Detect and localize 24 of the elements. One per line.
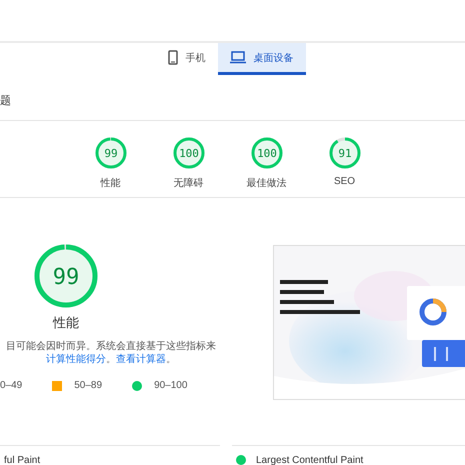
metric-label: Largest Contentful Paint (256, 454, 364, 465)
section-heading: 题 (0, 94, 11, 108)
description-text: 目可能会因时而异。系统会直接基于这些指标来 计算性能得分。查看计算器。 (5, 340, 217, 366)
score-label: 性能 (100, 176, 120, 190)
legend-range: 50–89 (74, 380, 102, 391)
legend-range: 90–100 (154, 380, 188, 391)
phone-icon (168, 50, 178, 65)
laptop-icon (230, 51, 246, 64)
score-gauge: 100 (172, 136, 206, 170)
score-label: 无障碍 (174, 176, 204, 190)
legend-range: 0–49 (0, 380, 22, 391)
performance-title: 性能 (53, 314, 79, 332)
device-tab[interactable]: 桌面设备 (218, 43, 306, 75)
metric-label: ful Paint (4, 454, 40, 465)
description-link[interactable]: 计算性能 (46, 354, 86, 365)
description-link[interactable]: 得分 (86, 354, 106, 365)
description-link[interactable]: 查看计算器 (116, 354, 166, 365)
score-label: 最佳做法 (246, 176, 286, 190)
score-label: SEO (334, 176, 356, 187)
score-gauge: 99 (94, 136, 128, 170)
device-tab[interactable]: 手机 (156, 43, 218, 75)
performance-gauge: 99 (34, 244, 98, 308)
score-gauge: 100 (250, 136, 284, 170)
score-gauge: 91 (328, 136, 362, 170)
